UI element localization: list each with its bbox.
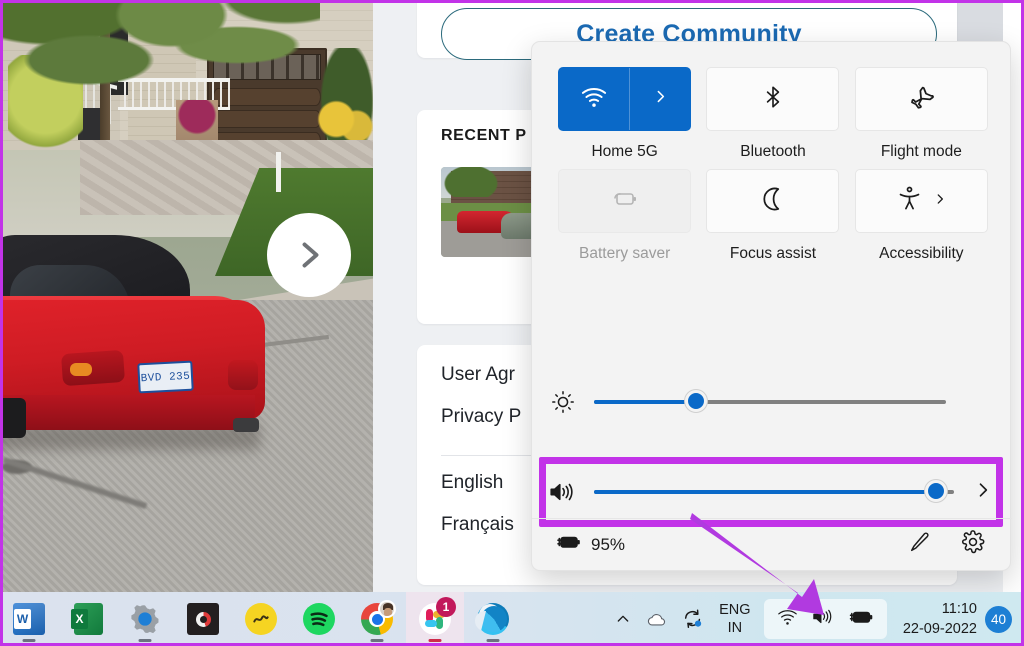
quick-settings-footer: 95% [532,518,1012,570]
volume-slider-row [532,457,1012,527]
battery-percentage: 95% [591,534,626,554]
taskbar-app-obs[interactable] [174,592,232,646]
quick-tile-flight-mode: Flight mode [854,67,988,161]
wifi-toggle[interactable] [559,68,631,130]
quick-tile-label: Home 5G [591,143,658,160]
pencil-icon[interactable] [907,530,932,560]
chevron-right-icon [973,480,993,505]
volume-slider[interactable] [594,480,954,502]
show-hidden-icons-button[interactable] [606,611,640,627]
battery-status[interactable]: 95% [556,532,625,557]
taskbar-app-slack[interactable]: 1 [406,592,464,646]
quick-tile-flight-mode-button[interactable] [854,67,988,131]
quick-settings-panel: Home 5G Bluetooth Flight mode Battery sa… [531,41,1012,571]
cloud-icon[interactable] [640,608,674,630]
moon-icon [759,185,787,218]
recent-posts-heading: RECENT P [441,127,527,144]
link-language-english[interactable]: English [441,472,503,494]
quick-settings-tile-grid: Home 5G Bluetooth Flight mode Battery sa… [558,67,988,263]
quick-tile-label: Accessibility [879,245,964,262]
quick-tile-battery-saver-button[interactable] [558,169,692,233]
license-plate: BVD 235 [137,360,194,394]
battery-saver-icon [610,186,640,217]
quick-tile-accessibility: Accessibility [854,169,988,263]
wifi-expand-button[interactable] [630,68,690,130]
quick-tile-battery-saver: Battery saver [558,169,692,263]
brightness-slider[interactable] [594,390,946,412]
taskbar-app-list: W X 1 [0,592,522,646]
quick-settings-footer-actions [907,529,986,560]
quick-tile-accessibility-button[interactable] [854,169,988,233]
taskbar-app-word[interactable]: W [0,592,58,646]
sync-icon[interactable] [674,608,712,630]
wifi-icon [580,83,608,116]
quick-tile-label: Flight mode [880,143,962,160]
quick-tile-bluetooth-button[interactable] [706,67,840,131]
taskbar-system-tray: ENG IN 11:10 22-09-2022 40 [606,592,1024,646]
accessibility-icon [896,185,923,217]
link-language-francais[interactable]: Français [441,514,514,536]
taskbar-app-zoho[interactable] [232,592,290,646]
link-privacy-policy[interactable]: Privacy P [441,406,521,428]
quick-tile-focus-assist-button[interactable] [706,169,840,233]
volume-expand-button[interactable] [954,480,1012,505]
quick-tile-home-5g: Home 5G [558,67,692,161]
clock-date: 22-09-2022 [902,621,977,637]
language-line-1: ENG [719,602,751,618]
quick-tile-home-5g-button[interactable] [558,67,692,131]
taskbar-app-excel[interactable]: X [58,592,116,646]
taskbar-clock[interactable]: 11:10 22-09-2022 [903,599,977,639]
screen: BVD 235 Create Community RECENT P User A… [0,0,1024,646]
slack-badge: 1 [436,597,456,617]
taskbar-tray-quick-settings[interactable] [763,599,887,639]
battery-charging-icon [556,532,582,557]
gear-icon [129,603,161,635]
clock-time: 11:10 [941,601,977,617]
taskbar-app-spotify[interactable] [290,592,348,646]
quick-tile-focus-assist: Focus assist [706,169,840,263]
photo-next-button[interactable] [267,213,351,297]
airplane-icon [906,82,936,117]
battery-charging-icon[interactable] [848,607,875,632]
brightness-slider-row [532,372,1012,432]
taskbar-app-chrome[interactable] [348,592,406,646]
volume-icon[interactable] [811,606,836,632]
brightness-slider-thumb[interactable] [685,390,708,412]
wifi-icon[interactable] [776,607,799,632]
brightness-icon [532,389,594,415]
notification-badge[interactable]: 40 [985,605,1012,633]
link-user-agreement[interactable]: User Agr [441,364,515,386]
chevron-right-icon[interactable] [933,192,947,211]
bluetooth-icon [760,84,786,115]
quick-tile-label: Bluetooth [740,143,806,160]
community-photo: BVD 235 [0,0,373,592]
taskbar-app-settings[interactable] [116,592,174,646]
volume-slider-thumb[interactable] [925,480,947,502]
language-line-2: IN [727,620,743,636]
quick-tile-label: Battery saver [579,245,671,262]
language-indicator[interactable]: ENG IN [712,601,758,637]
volume-icon[interactable] [532,479,594,505]
taskbar: W X 1 ENG IN 11:10 22-09-2022 40 [0,592,1024,646]
chevron-right-icon [652,88,669,110]
quick-tile-bluetooth: Bluetooth [706,67,840,161]
quick-tile-label: Focus assist [729,245,817,262]
taskbar-app-edge[interactable] [464,592,522,646]
chevron-right-icon [291,237,327,273]
gear-icon[interactable] [960,529,986,560]
